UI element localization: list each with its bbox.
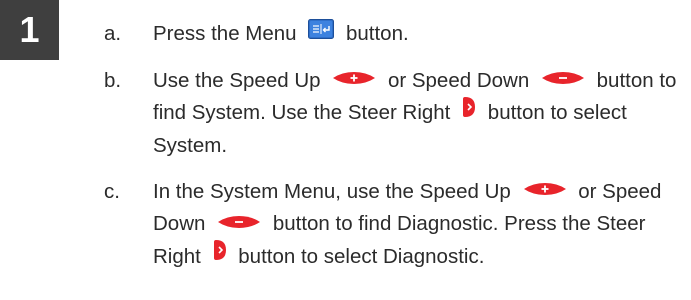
step-number: 1 [19,9,40,50]
instruction-item-b: b. Use the Speed Up or Speed Down button… [104,65,691,162]
speed-down-button-icon [541,63,585,95]
steer-right-button-icon [213,239,227,271]
instruction-item-c: c. In the System Menu, use the Speed Up … [104,176,691,274]
item-marker: c. [104,179,120,203]
speed-down-button-icon [217,207,261,239]
instruction-text: or Speed Down [387,68,530,92]
instruction-list: a. Press the Menu button. b. Use the Spe… [104,18,691,287]
speed-up-button-icon [332,63,376,95]
step-number-badge: 1 [0,0,59,60]
instruction-text: button. [345,22,409,45]
instruction-item-a: a. Press the Menu button. [104,18,691,51]
steer-right-button-icon [462,96,476,128]
instruction-text: button to select Diagnostic. [238,244,485,268]
instruction-text: Press the Menu [153,22,297,45]
speed-up-button-icon [523,174,567,206]
item-marker: a. [104,22,122,45]
menu-button-icon [308,17,335,49]
instruction-text: Use the Speed Up [153,68,321,92]
instruction-text: In the System Menu, use the Speed Up [153,179,511,203]
item-marker: b. [104,68,122,92]
